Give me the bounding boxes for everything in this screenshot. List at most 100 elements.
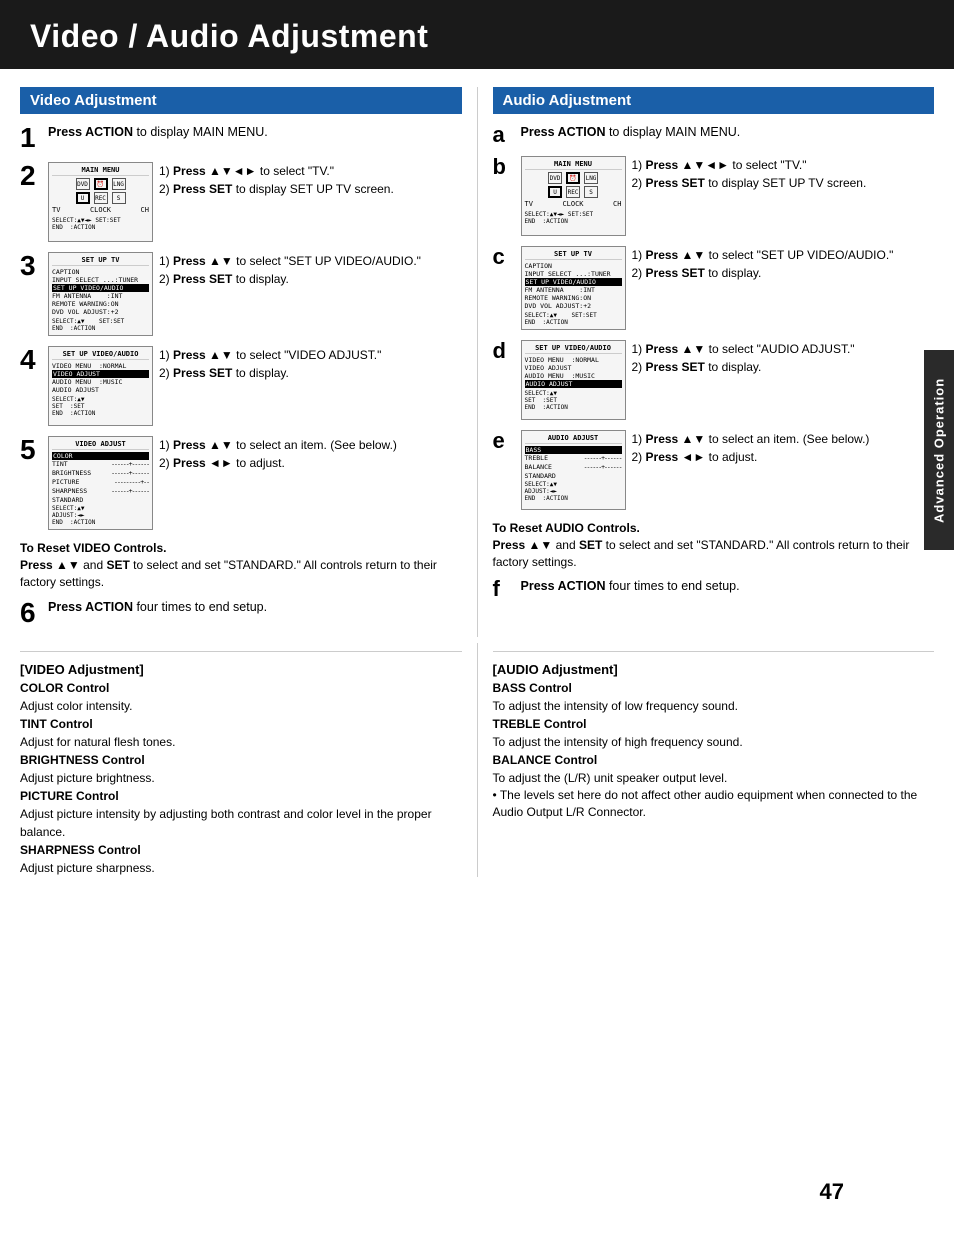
- screen2-icons: DVD ⏰ LNG: [52, 178, 149, 190]
- step-4-number: 4: [20, 346, 42, 374]
- screen2-select: SELECT:▲▼◄► SET:SET: [52, 217, 149, 224]
- screenc-setup-row: SET UP VIDEO/AUDIO: [525, 278, 622, 286]
- icon-rec: REC: [94, 192, 108, 204]
- step-4-inner: SET UP VIDEO/AUDIO VIDEO MENU :NORMAL VI…: [48, 346, 381, 426]
- screenb-select: SELECT:▲▼◄► SET:SET: [525, 211, 622, 218]
- reset-video-title: To Reset VIDEO Controls.: [20, 540, 462, 557]
- step-b-row: b MAIN MENU DVD ⏰ LNG U REC S: [493, 156, 935, 236]
- bottom-left: [VIDEO Adjustment] COLOR Control Adjust …: [20, 643, 462, 878]
- step-e-screen: AUDIO ADJUST BASS TREBLE------+------ BA…: [521, 430, 626, 510]
- ctrl-sharpness-item: SHARPNESS Control Adjust picture sharpne…: [20, 841, 462, 877]
- step-6-number: 6: [20, 599, 42, 627]
- step-c-inner: SET UP TV CAPTION INPUT SELECT ...:TUNER…: [521, 246, 894, 330]
- step-c-row: c SET UP TV CAPTION INPUT SELECT ...:TUN…: [493, 246, 935, 330]
- page-wrapper: Video / Audio Adjustment Video Adjustmen…: [0, 0, 954, 1235]
- step-4-instr-2: 2) Press SET to display.: [159, 364, 381, 382]
- step-f-text: four times to end setup.: [605, 579, 739, 593]
- step-1-text: to display MAIN MENU.: [133, 125, 268, 139]
- step-5-instr-1: 1) Press ▲▼ to select an item. (See belo…: [159, 436, 397, 454]
- icon-clock: ⏰: [94, 178, 108, 190]
- step-e-number: e: [493, 430, 515, 452]
- step-5-screen: VIDEO ADJUST COLOR TINT------+------ BRI…: [48, 436, 153, 530]
- controls-audio-title: [AUDIO Adjustment]: [493, 660, 935, 680]
- step-c-instructions: 1) Press ▲▼ to select "SET UP VIDEO/AUDI…: [632, 246, 894, 282]
- step-d-row: d SET UP VIDEO/AUDIO VIDEO MENU :NORMAL …: [493, 340, 935, 420]
- step-a-row: a Press ACTION to display MAIN MENU.: [493, 124, 935, 146]
- step-6-content: Press ACTION four times to end setup.: [48, 599, 462, 617]
- step-d-instr-1: 1) Press ▲▼ to select "AUDIO ADJUST.": [632, 340, 855, 358]
- screenb-end: END :ACTION: [525, 218, 622, 225]
- screen2-title: MAIN MENU: [52, 166, 149, 176]
- audio-note: The levels set here do not affect other …: [493, 787, 935, 821]
- step-2-instr-1: 1) Press ▲▼◄► to select "TV.": [159, 162, 394, 180]
- screen3-title: SET UP TV: [52, 256, 149, 266]
- reset-audio-section: To Reset AUDIO Controls. Press ▲▼ and SE…: [493, 520, 935, 570]
- step-c-instr-1: 1) Press ▲▼ to select "SET UP VIDEO/AUDI…: [632, 246, 894, 264]
- step-5-instructions: 1) Press ▲▼ to select an item. (See belo…: [159, 436, 397, 472]
- controls-video-title: [VIDEO Adjustment]: [20, 660, 462, 680]
- step-d-screen: SET UP VIDEO/AUDIO VIDEO MENU :NORMAL VI…: [521, 340, 626, 420]
- step-a-content: Press ACTION to display MAIN MENU.: [521, 124, 935, 142]
- step-3-list: 1) Press ▲▼ to select "SET UP VIDEO/AUDI…: [159, 252, 421, 288]
- step-5-inner: VIDEO ADJUST COLOR TINT------+------ BRI…: [48, 436, 397, 530]
- step-3-instructions: 1) Press ▲▼ to select "SET UP VIDEO/AUDI…: [159, 252, 421, 288]
- screend-audio-adjust: AUDIO ADJUST: [525, 380, 622, 388]
- screenb-title: MAIN MENU: [525, 160, 622, 170]
- step-d-list: 1) Press ▲▼ to select "AUDIO ADJUST." 2)…: [632, 340, 855, 376]
- screenb-icons2: U REC S: [525, 186, 622, 198]
- step-b-instr-2: 2) Press SET to display SET UP TV screen…: [632, 174, 867, 192]
- step-c-screen: SET UP TV CAPTION INPUT SELECT ...:TUNER…: [521, 246, 626, 330]
- side-tab: Advanced Operation: [924, 350, 954, 550]
- screenc-title: SET UP TV: [525, 250, 622, 260]
- step-c-instr-2: 2) Press SET to display.: [632, 264, 894, 282]
- screenb-icons: DVD ⏰ LNG: [525, 172, 622, 184]
- page-title: Video / Audio Adjustment: [30, 18, 924, 55]
- step-1-content: Press ACTION to display MAIN MENU.: [48, 124, 462, 142]
- step-e-instr-1: 1) Press ▲▼ to select an item. (See belo…: [632, 430, 870, 448]
- step-e-row: e AUDIO ADJUST BASS TREBLE------+------ …: [493, 430, 935, 510]
- step-e-inner: AUDIO ADJUST BASS TREBLE------+------ BA…: [521, 430, 870, 510]
- step-2-inner: MAIN MENU DVD ⏰ LNG U REC S TV: [48, 162, 394, 242]
- reset-video-section: To Reset VIDEO Controls. Press ▲▼ and SE…: [20, 540, 462, 590]
- step-1-bold: Press ACTION: [48, 125, 133, 139]
- screen3-setup-row: SET UP VIDEO/AUDIO: [52, 284, 149, 292]
- ctrl-bass-item: BASS Control To adjust the intensity of …: [493, 679, 935, 715]
- iconb-tv: U: [548, 186, 562, 198]
- icon-dvd: DVD: [76, 178, 90, 190]
- step-2-screen: MAIN MENU DVD ⏰ LNG U REC S TV: [48, 162, 153, 242]
- right-section-header: Audio Adjustment: [493, 87, 935, 114]
- step-3-inner: SET UP TV CAPTION INPUT SELECT ...:TUNER…: [48, 252, 421, 336]
- step-2-number: 2: [20, 162, 42, 190]
- step-b-number: b: [493, 156, 515, 178]
- step-4-list: 1) Press ▲▼ to select "VIDEO ADJUST." 2)…: [159, 346, 381, 382]
- right-column: Audio Adjustment a Press ACTION to displ…: [493, 87, 935, 637]
- step-a-bold: Press ACTION: [521, 125, 606, 139]
- step-c-number: c: [493, 246, 515, 268]
- left-column: Video Adjustment 1 Press ACTION to displ…: [20, 87, 462, 637]
- screen4-title: SET UP VIDEO/AUDIO: [52, 350, 149, 360]
- step-2-instr-2: 2) Press SET to display SET UP TV screen…: [159, 180, 394, 198]
- step-4-row: 4 SET UP VIDEO/AUDIO VIDEO MENU :NORMAL …: [20, 346, 462, 426]
- step-d-inner: SET UP VIDEO/AUDIO VIDEO MENU :NORMAL VI…: [521, 340, 855, 420]
- step-d-number: d: [493, 340, 515, 362]
- step-c-list: 1) Press ▲▼ to select "SET UP VIDEO/AUDI…: [632, 246, 894, 282]
- ctrl-brightness-item: BRIGHTNESS Control Adjust picture bright…: [20, 751, 462, 787]
- icon-lang: LNG: [112, 178, 126, 190]
- step-e-instr-2: 2) Press ◄► to adjust.: [632, 448, 870, 466]
- icon-tv: U: [76, 192, 90, 204]
- step-b-inner: MAIN MENU DVD ⏰ LNG U REC S TV: [521, 156, 867, 236]
- step-3-instr-2: 2) Press SET to display.: [159, 270, 421, 288]
- step-1-number: 1: [20, 124, 42, 152]
- step-2-list: 1) Press ▲▼◄► to select "TV." 2) Press S…: [159, 162, 394, 198]
- step-2-instructions: 1) Press ▲▼◄► to select "TV." 2) Press S…: [159, 162, 394, 198]
- step-f-content: Press ACTION four times to end setup.: [521, 578, 935, 596]
- step-3-row: 3 SET UP TV CAPTION INPUT SELECT ...:TUN…: [20, 252, 462, 336]
- step-d-instructions: 1) Press ▲▼ to select "AUDIO ADJUST." 2)…: [632, 340, 855, 376]
- screenb-label-row: TV CLOCK CH: [525, 200, 622, 209]
- iconb-lang: LNG: [584, 172, 598, 184]
- ctrl-treble-item: TREBLE Control To adjust the intensity o…: [493, 715, 935, 751]
- side-tab-text: Advanced Operation: [932, 377, 947, 522]
- step-6-bold: Press ACTION: [48, 600, 133, 614]
- iconb-s: S: [584, 186, 598, 198]
- ctrl-balance-item: BALANCE Control To adjust the (L/R) unit…: [493, 751, 935, 787]
